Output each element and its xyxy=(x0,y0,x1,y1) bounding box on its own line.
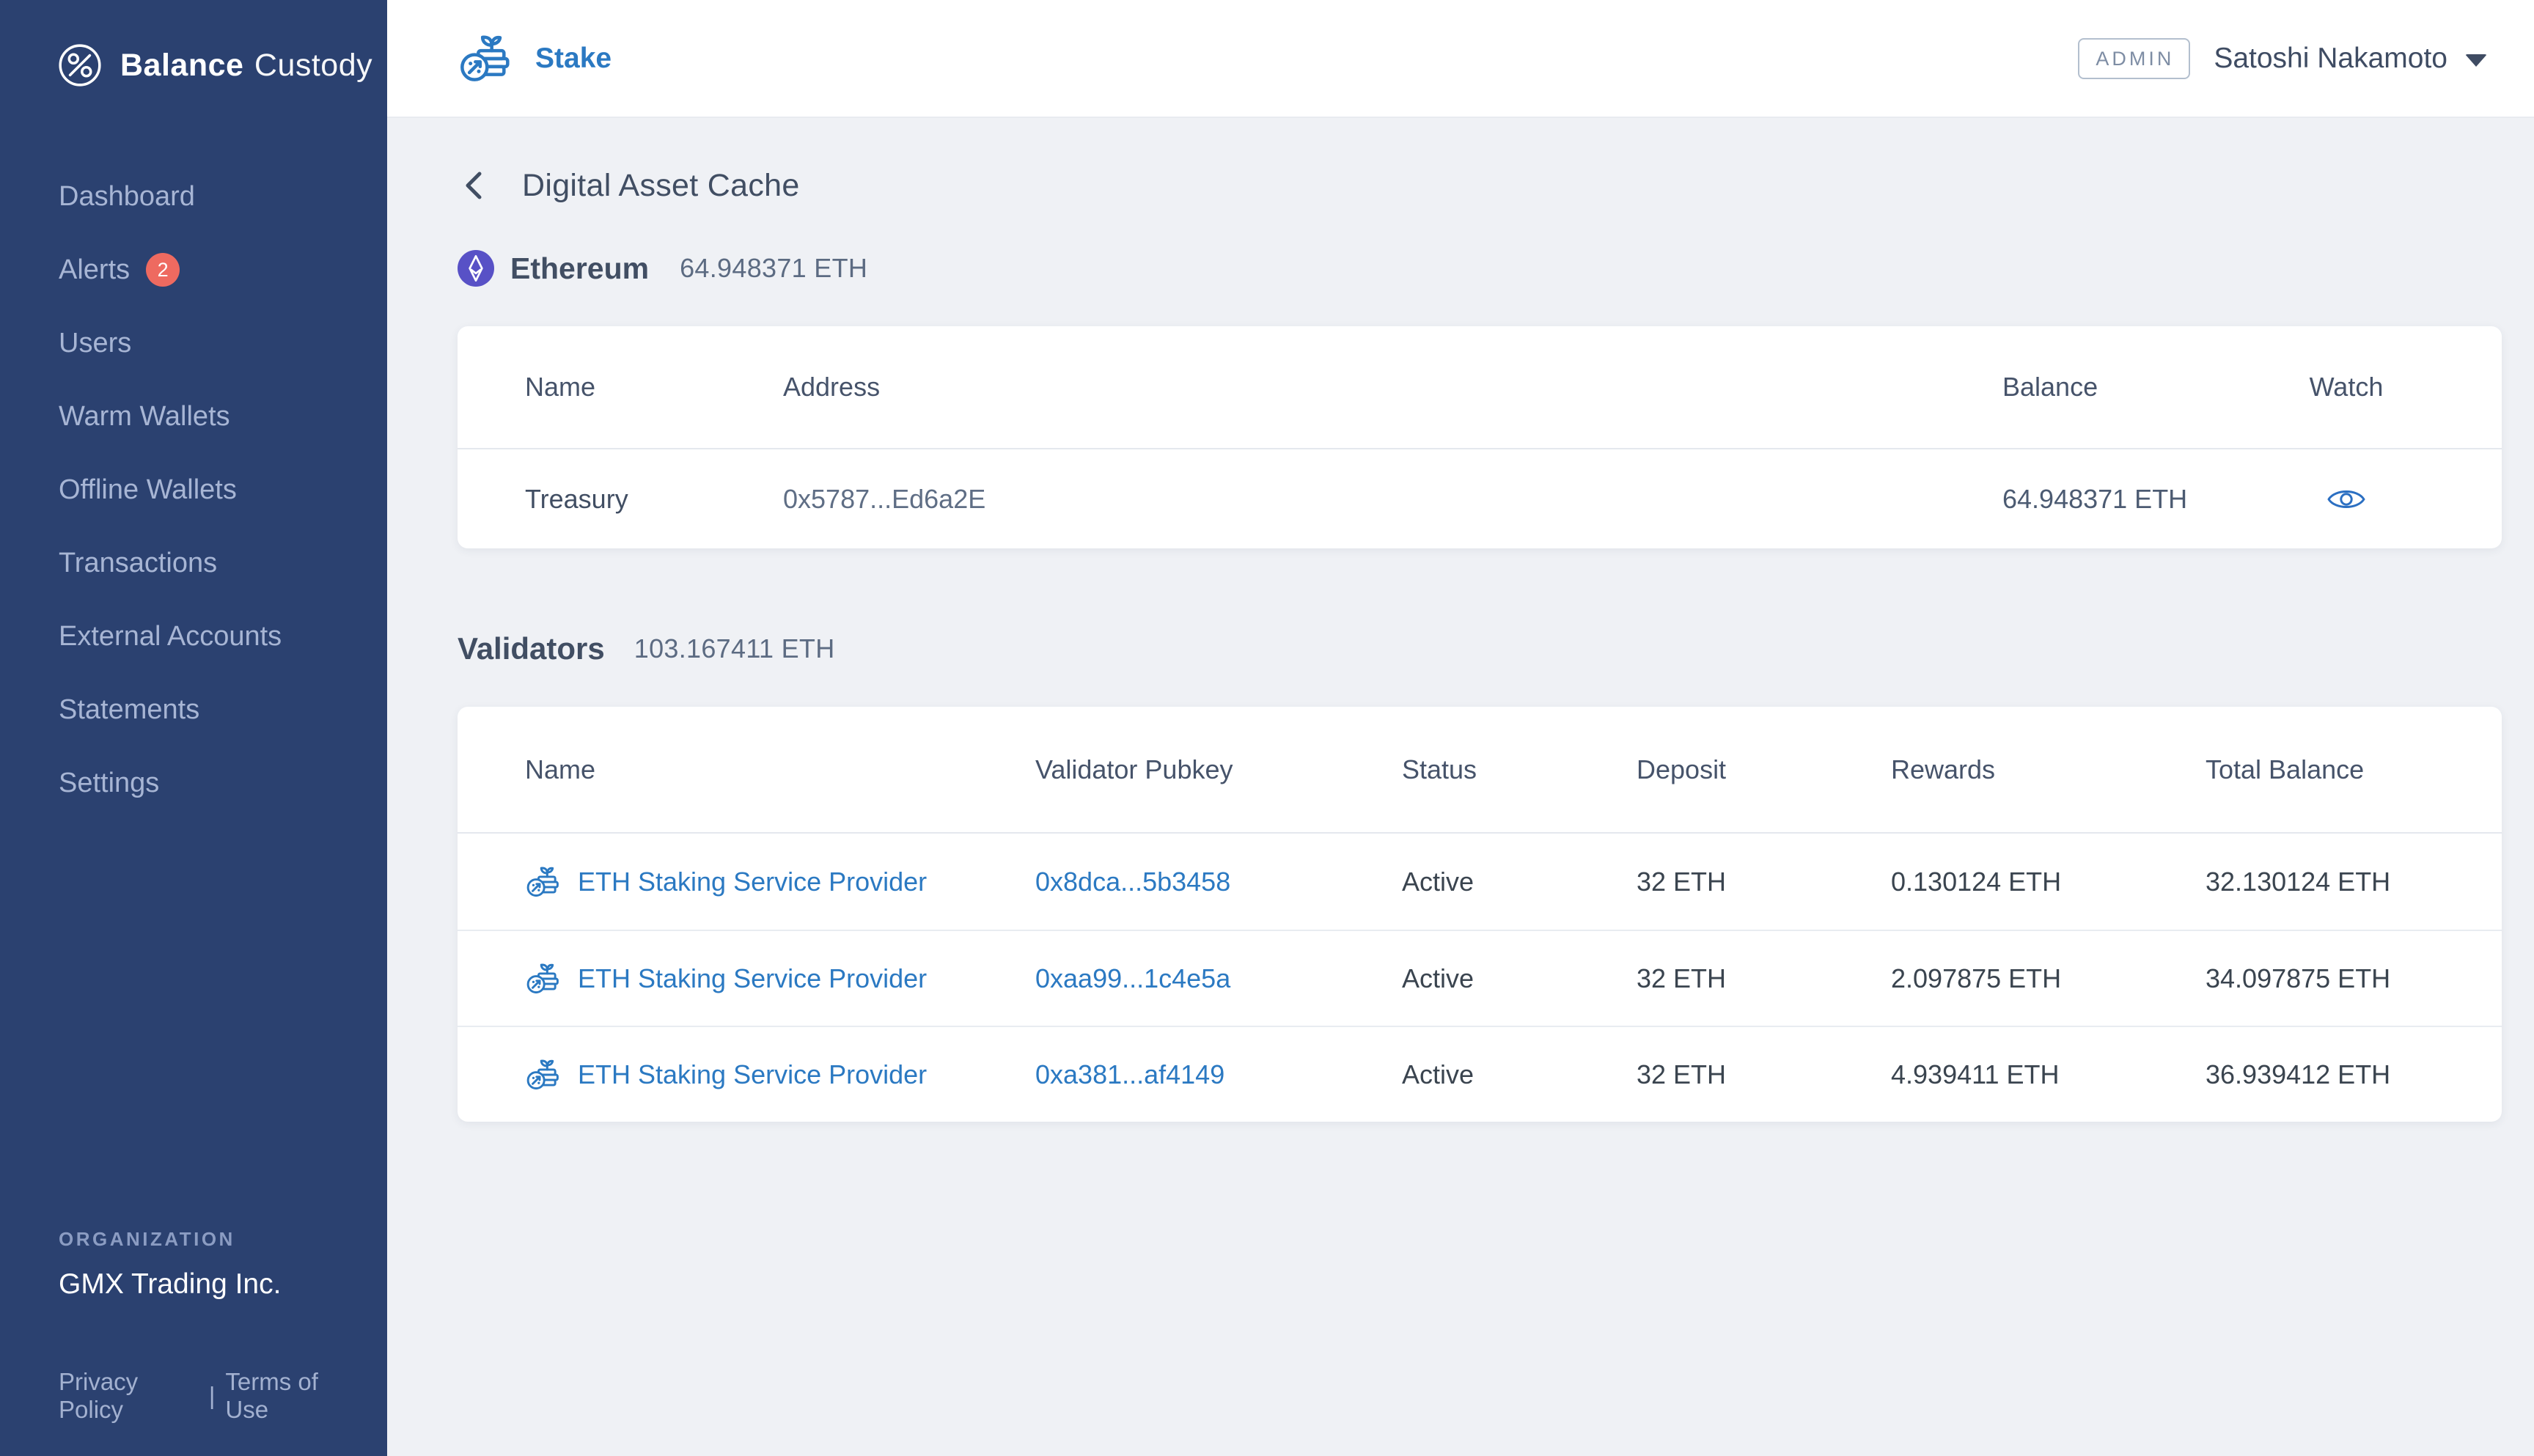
sidebar-item-external-accounts[interactable]: External Accounts xyxy=(0,600,387,673)
validator-rewards: 4.939411 ETH xyxy=(1891,1059,2206,1090)
validators-table-card: Name Validator Pubkey Status Deposit Rew… xyxy=(458,707,2502,1122)
stake-icon xyxy=(525,1056,563,1094)
eye-icon xyxy=(2326,485,2367,514)
organization-label: ORGANIZATION xyxy=(59,1228,358,1251)
page-header: Digital Asset Cache xyxy=(458,163,2502,207)
column-header-name: Name xyxy=(525,372,783,402)
validator-rewards: 0.130124 ETH xyxy=(1891,867,2206,897)
validators-total-balance: 103.167411 ETH xyxy=(634,633,835,664)
app-window: Balance Custody Dashboard Alerts 2 Users… xyxy=(0,0,2534,1456)
back-button[interactable] xyxy=(458,168,493,203)
validator-rewards: 2.097875 ETH xyxy=(1891,963,2206,994)
terms-of-use-link[interactable]: Terms of Use xyxy=(225,1368,358,1424)
wallet-address: 0x5787...Ed6a2E xyxy=(783,484,2002,515)
page-title: Digital Asset Cache xyxy=(522,168,800,204)
user-name: Satoshi Nakamoto xyxy=(2214,43,2447,75)
validator-deposit: 32 ETH xyxy=(1637,867,1891,897)
balance-percent-logo-icon xyxy=(56,41,104,89)
role-badge: ADMIN xyxy=(2078,38,2190,79)
table-row: ETH Staking Service Provider 0xaa99...1c… xyxy=(458,930,2502,1026)
validator-pubkey-link[interactable]: 0x8dca...5b3458 xyxy=(1035,867,1402,897)
chevron-left-icon xyxy=(460,168,490,203)
validator-status: Active xyxy=(1402,963,1637,994)
legal-links: Privacy Policy | Terms of Use xyxy=(59,1368,358,1424)
sidebar-item-warm-wallets[interactable]: Warm Wallets xyxy=(0,380,387,453)
asset-balance: 64.948371 ETH xyxy=(680,253,867,284)
validator-name-link[interactable]: ETH Staking Service Provider xyxy=(578,867,927,897)
column-header-rewards: Rewards xyxy=(1891,754,2206,785)
validators-title: Validators xyxy=(458,631,605,666)
validator-name-link[interactable]: ETH Staking Service Provider xyxy=(578,963,927,994)
validator-total-balance: 34.097875 ETH xyxy=(2206,963,2434,994)
column-header-watch: Watch xyxy=(2310,372,2384,402)
sidebar-item-users[interactable]: Users xyxy=(0,306,387,380)
validator-pubkey-link[interactable]: 0xaa99...1c4e5a xyxy=(1035,963,1402,994)
sidebar-nav: Dashboard Alerts 2 Users Warm Wallets Of… xyxy=(0,160,387,820)
sidebar-item-offline-wallets[interactable]: Offline Wallets xyxy=(0,453,387,526)
page-content: Digital Asset Cache Ethereum 64.948371 E… xyxy=(387,118,2534,1456)
privacy-policy-link[interactable]: Privacy Policy xyxy=(59,1368,199,1424)
wallet-balance: 64.948371 ETH xyxy=(2002,484,2258,515)
asset-header: Ethereum 64.948371 ETH xyxy=(458,247,2502,290)
column-header-name: Name xyxy=(525,754,1035,785)
sidebar-item-dashboard[interactable]: Dashboard xyxy=(0,160,387,233)
validators-header: Validators 103.167411 ETH xyxy=(458,628,2502,670)
legal-separator: | xyxy=(209,1382,216,1410)
chevron-down-icon xyxy=(2465,54,2487,67)
topbar-right: ADMIN Satoshi Nakamoto xyxy=(2078,38,2487,79)
column-header-total-balance: Total Balance xyxy=(2206,754,2434,785)
topbar: Stake ADMIN Satoshi Nakamoto xyxy=(387,0,2534,118)
column-header-deposit: Deposit xyxy=(1637,754,1891,785)
sidebar-item-alerts[interactable]: Alerts 2 xyxy=(0,233,387,306)
sidebar-item-settings[interactable]: Settings xyxy=(0,746,387,820)
validator-deposit: 32 ETH xyxy=(1637,1059,1891,1090)
column-header-address: Address xyxy=(783,372,2002,402)
validator-pubkey-link[interactable]: 0xa381...af4149 xyxy=(1035,1059,1402,1090)
table-row: Treasury 0x5787...Ed6a2E 64.948371 ETH xyxy=(458,449,2502,548)
validator-total-balance: 36.939412 ETH xyxy=(2206,1059,2434,1090)
user-menu[interactable]: Satoshi Nakamoto xyxy=(2214,43,2487,75)
alerts-count-badge: 2 xyxy=(146,253,180,287)
watch-eye-button[interactable] xyxy=(2321,480,2371,518)
sidebar-footer: ORGANIZATION GMX Trading Inc. Privacy Po… xyxy=(0,1228,387,1424)
validator-name-link[interactable]: ETH Staking Service Provider xyxy=(578,1059,927,1090)
nav-stake-tab[interactable]: Stake xyxy=(458,29,612,88)
validator-status: Active xyxy=(1402,1059,1637,1090)
stake-label: Stake xyxy=(535,43,612,75)
ethereum-icon xyxy=(458,250,494,287)
table-row: ETH Staking Service Provider 0x8dca...5b… xyxy=(458,834,2502,930)
stake-icon xyxy=(458,29,516,88)
asset-name: Ethereum xyxy=(510,251,649,286)
table-row: ETH Staking Service Provider 0xa381...af… xyxy=(458,1026,2502,1122)
stake-icon xyxy=(525,960,563,998)
validators-table-header: Name Validator Pubkey Status Deposit Rew… xyxy=(458,707,2502,834)
column-header-status: Status xyxy=(1402,754,1637,785)
validator-status: Active xyxy=(1402,867,1637,897)
wallet-name: Treasury xyxy=(525,484,783,515)
column-header-balance: Balance xyxy=(2002,372,2258,402)
main-area: Stake ADMIN Satoshi Nakamoto Digital Ass… xyxy=(387,0,2534,1456)
brand-logo[interactable]: Balance Custody xyxy=(0,41,387,89)
validator-deposit: 32 ETH xyxy=(1637,963,1891,994)
stake-icon xyxy=(525,863,563,901)
validator-total-balance: 32.130124 ETH xyxy=(2206,867,2434,897)
wallet-table-header: Name Address Balance Watch xyxy=(458,326,2502,449)
sidebar-item-transactions[interactable]: Transactions xyxy=(0,526,387,600)
sidebar-item-statements[interactable]: Statements xyxy=(0,673,387,746)
organization-name: GMX Trading Inc. xyxy=(59,1268,358,1301)
brand-name: Balance Custody xyxy=(120,48,372,84)
sidebar: Balance Custody Dashboard Alerts 2 Users… xyxy=(0,0,387,1456)
column-header-pubkey: Validator Pubkey xyxy=(1035,754,1402,785)
wallet-table-card: Name Address Balance Watch Treasury 0x57… xyxy=(458,326,2502,548)
